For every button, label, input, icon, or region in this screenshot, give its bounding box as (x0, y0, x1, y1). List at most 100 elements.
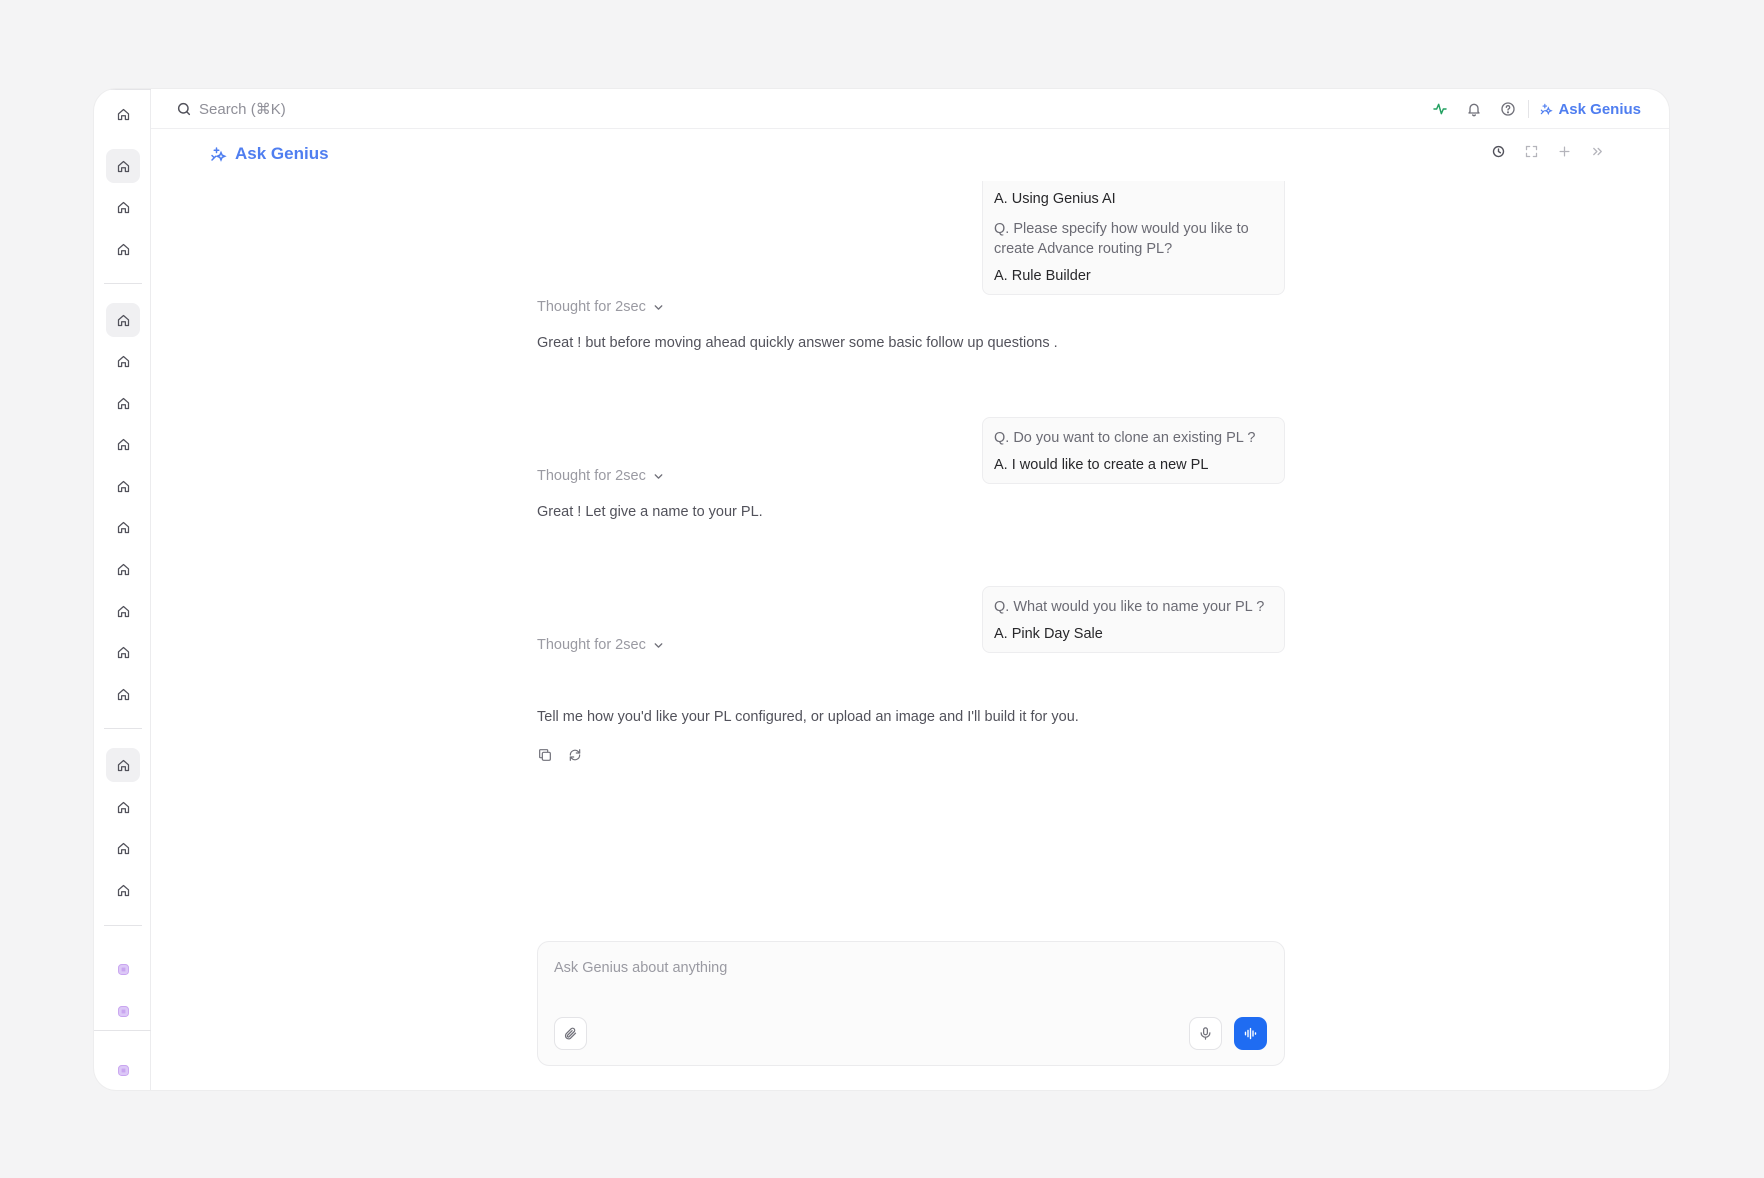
rail-item-13[interactable] (106, 677, 140, 711)
rail-item-7[interactable] (106, 427, 140, 461)
home-icon (117, 160, 129, 172)
rail-app-button-2[interactable] (106, 994, 140, 1028)
qa-answer: A. Rule Builder (994, 268, 1091, 284)
activity-button[interactable] (1430, 99, 1450, 119)
home-icon (117, 801, 129, 813)
rail-item-16[interactable] (106, 831, 140, 865)
refresh-icon (569, 749, 581, 761)
search-box[interactable]: Search (⌘K) (176, 89, 286, 129)
paperclip-icon (564, 1027, 577, 1040)
rail-app-button-1[interactable] (106, 952, 140, 986)
home-icon (117, 355, 129, 367)
ask-genius-top-label: Ask Genius (1558, 100, 1641, 118)
qa-question: Q. Do you want to clone an existing PL ? (994, 430, 1256, 446)
assistant-message: Great ! but before moving ahead quickly … (537, 335, 1058, 351)
app-grid-icon (117, 1005, 129, 1017)
rail-item-6[interactable] (106, 386, 140, 420)
qa-card: A. Using Genius AI Q. Please specify how… (982, 181, 1285, 295)
sparkle-icon (211, 147, 227, 162)
ask-genius-top-button[interactable]: Ask Genius (1539, 101, 1641, 118)
chevron-down-icon (654, 473, 663, 479)
app-grid-icon (117, 963, 129, 975)
chat-title-label: Ask Genius (235, 144, 329, 163)
rail-item-4[interactable] (106, 303, 140, 337)
chat-input[interactable] (554, 956, 1254, 980)
home-icon (117, 688, 129, 700)
copy-button[interactable] (536, 746, 554, 764)
qa-answer: A. Pink Day Sale (994, 626, 1103, 642)
home-icon (117, 884, 129, 896)
app-grid-icon (117, 1064, 129, 1076)
activity-icon (1433, 103, 1448, 115)
rail-app-button-3[interactable] (106, 1053, 140, 1087)
regenerate-button[interactable] (566, 746, 584, 764)
home-icon (117, 563, 129, 575)
home-icon (117, 521, 129, 533)
search-icon (177, 102, 191, 116)
expand-icon (1525, 145, 1537, 157)
chevrons-right-icon (1592, 147, 1602, 155)
search-placeholder: Search (⌘K) (199, 101, 286, 118)
help-button[interactable] (1498, 99, 1518, 119)
thought-toggle[interactable]: Thought for 2sec (537, 637, 665, 653)
divider (1528, 100, 1530, 118)
chat-header-actions (1488, 141, 1607, 161)
qa-question: Q. Please specify how would you like to … (994, 221, 1249, 257)
top-bar: Search (⌘K) Ask Genius (151, 89, 1669, 129)
rail-item-17[interactable] (106, 873, 140, 907)
home-icon (117, 397, 129, 409)
rail-item-9[interactable] (106, 510, 140, 544)
qa-answer: A. Using Genius AI (994, 191, 1116, 207)
rail-item-2[interactable] (106, 190, 140, 224)
home-icon (117, 108, 129, 120)
home-icon (117, 480, 129, 492)
help-icon (1501, 102, 1516, 116)
home-icon (117, 314, 129, 326)
collapse-button[interactable] (1587, 141, 1607, 161)
home-icon (117, 759, 129, 771)
thought-toggle[interactable]: Thought for 2sec (537, 299, 665, 315)
rail-divider (104, 283, 142, 284)
expand-button[interactable] (1521, 141, 1541, 161)
chat-title: Ask Genius (209, 144, 329, 164)
rail-item-3[interactable] (106, 232, 140, 266)
rail-item-11[interactable] (106, 594, 140, 628)
rail-item-8[interactable] (106, 469, 140, 503)
top-actions: Ask Genius (1430, 89, 1641, 129)
assistant-message: Tell me how you'd like your PL configure… (537, 709, 1079, 725)
rail-item-5[interactable] (106, 344, 140, 378)
new-chat-button[interactable] (1554, 141, 1574, 161)
microphone-icon (1200, 1027, 1211, 1040)
thought-label: Thought for 2sec (537, 468, 646, 484)
rail-item-10[interactable] (106, 552, 140, 586)
rail-item-14[interactable] (106, 748, 140, 782)
attach-button[interactable] (554, 1017, 587, 1050)
rail-item-12[interactable] (106, 635, 140, 669)
notifications-button[interactable] (1464, 99, 1484, 119)
history-button[interactable] (1488, 141, 1508, 161)
chat-composer (537, 941, 1285, 1066)
rail-item-15[interactable] (106, 790, 140, 824)
sparkle-icon (1541, 103, 1554, 116)
assistant-message: Great ! Let give a name to your PL. (537, 504, 763, 520)
voice-input-button[interactable] (1189, 1017, 1222, 1050)
qa-answer: A. I would like to create a new PL (994, 457, 1209, 473)
rail-item-1[interactable] (106, 149, 140, 183)
rail-divider (94, 1030, 151, 1031)
waveform-icon (1244, 1027, 1257, 1040)
home-icon (117, 605, 129, 617)
qa-question: Q. What would you like to name your PL ? (994, 599, 1265, 615)
chevron-down-icon (654, 304, 663, 310)
plus-icon (1559, 146, 1569, 156)
message-actions (536, 746, 584, 764)
rail-home-button[interactable] (106, 97, 140, 131)
qa-card: Q. What would you like to name your PL ?… (982, 586, 1285, 653)
bell-icon (1468, 103, 1481, 117)
qa-card: Q. Do you want to clone an existing PL ?… (982, 417, 1285, 484)
rail-divider (104, 925, 142, 926)
home-icon (117, 438, 129, 450)
home-icon (117, 842, 129, 854)
voice-mode-button[interactable] (1234, 1017, 1267, 1050)
sidebar-rail (94, 89, 151, 1090)
thought-toggle[interactable]: Thought for 2sec (537, 468, 665, 484)
